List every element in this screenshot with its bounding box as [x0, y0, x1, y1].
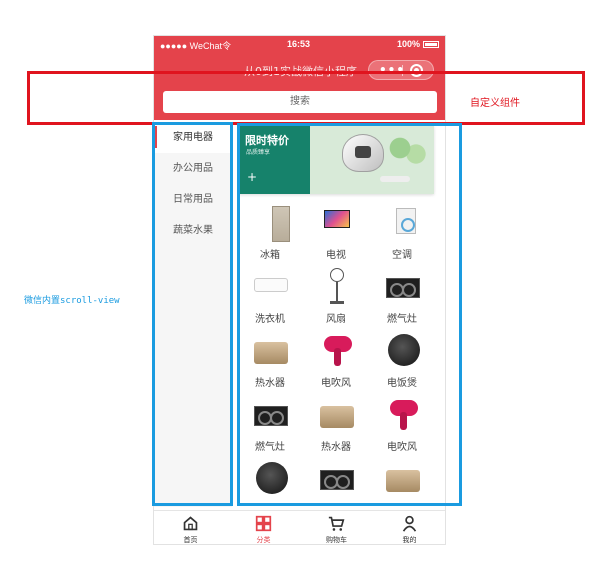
scrollview-label: 微信内置scroll-view — [24, 296, 120, 306]
battery-icon — [423, 41, 439, 49]
tab-label: 首页 — [183, 536, 198, 544]
content-scrollview-highlight — [237, 123, 462, 506]
tab-profile[interactable]: 我的 — [373, 511, 445, 544]
tab-home[interactable]: 首页 — [154, 511, 227, 544]
sidebar-scrollview-highlight — [152, 122, 233, 506]
category-icon — [255, 515, 272, 532]
battery-percent: 100% — [396, 39, 420, 49]
status-time: 16:53 — [287, 39, 311, 49]
cart-icon — [328, 516, 345, 531]
tab-bar: 首页 分类 购物车 我的 — [154, 510, 445, 544]
tab-label: 购物车 — [326, 536, 347, 544]
custom-component-label: 自定义组件 — [470, 98, 520, 109]
user-icon — [402, 515, 417, 532]
tab-label: 我的 — [402, 536, 417, 544]
home-icon — [183, 516, 198, 531]
battery-indicator: 100% — [397, 39, 439, 49]
tab-label: 分类 — [256, 536, 271, 544]
signal-indicator: ●●●●● WeChat令 — [160, 41, 232, 51]
tab-category[interactable]: 分类 — [227, 511, 300, 544]
tab-cart[interactable]: 购物车 — [300, 511, 373, 544]
status-bar: ●●●●● WeChat令 16:53 100% — [154, 36, 445, 54]
